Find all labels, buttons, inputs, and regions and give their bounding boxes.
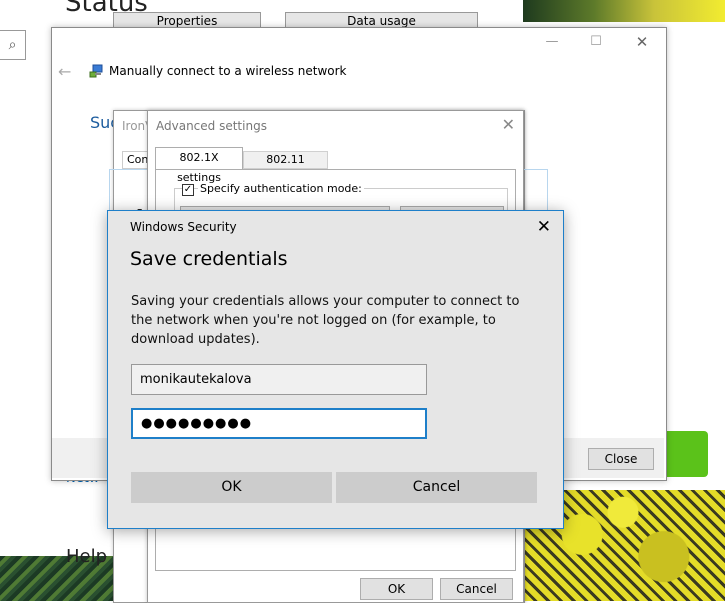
auth-mode-label: Specify authentication mode: <box>198 182 364 195</box>
ok-button[interactable]: OK <box>131 472 332 503</box>
cancel-button[interactable]: Cancel <box>440 578 513 600</box>
wallpaper-top-strip <box>523 0 725 22</box>
help-heading: Help <box>66 546 108 567</box>
connect-window-title: Manually connect to a wireless network <box>109 64 347 78</box>
maximize-button[interactable]: ☐ <box>582 32 610 52</box>
windows-security-dialog: Windows Security ✕ Save credentials Savi… <box>107 210 564 529</box>
close-button[interactable]: Close <box>588 448 654 470</box>
close-icon[interactable]: ✕ <box>502 115 515 134</box>
tab-80211-settings[interactable]: 802.11 settings <box>243 151 328 182</box>
password-field[interactable] <box>131 408 427 439</box>
username-field[interactable] <box>131 364 427 395</box>
dialog-message: Saving your credentials allows your comp… <box>131 294 520 347</box>
network-icon <box>89 64 103 78</box>
dialog-heading: Save credentials <box>130 248 288 270</box>
tab-8021x-settings[interactable]: 802.1X settings <box>155 147 243 184</box>
green-accent-button[interactable] <box>660 431 708 477</box>
minimize-button[interactable]: — <box>538 32 566 52</box>
search-icon[interactable]: ⌕ <box>0 30 26 60</box>
back-arrow-icon[interactable]: ← <box>58 62 71 81</box>
close-window-button[interactable]: ✕ <box>628 32 656 52</box>
ok-button[interactable]: OK <box>360 578 433 600</box>
close-icon[interactable]: ✕ <box>537 217 551 237</box>
cancel-button[interactable]: Cancel <box>336 472 537 503</box>
advanced-settings-title: Advanced settings <box>156 119 267 133</box>
dialog-app-title: Windows Security <box>130 220 237 234</box>
